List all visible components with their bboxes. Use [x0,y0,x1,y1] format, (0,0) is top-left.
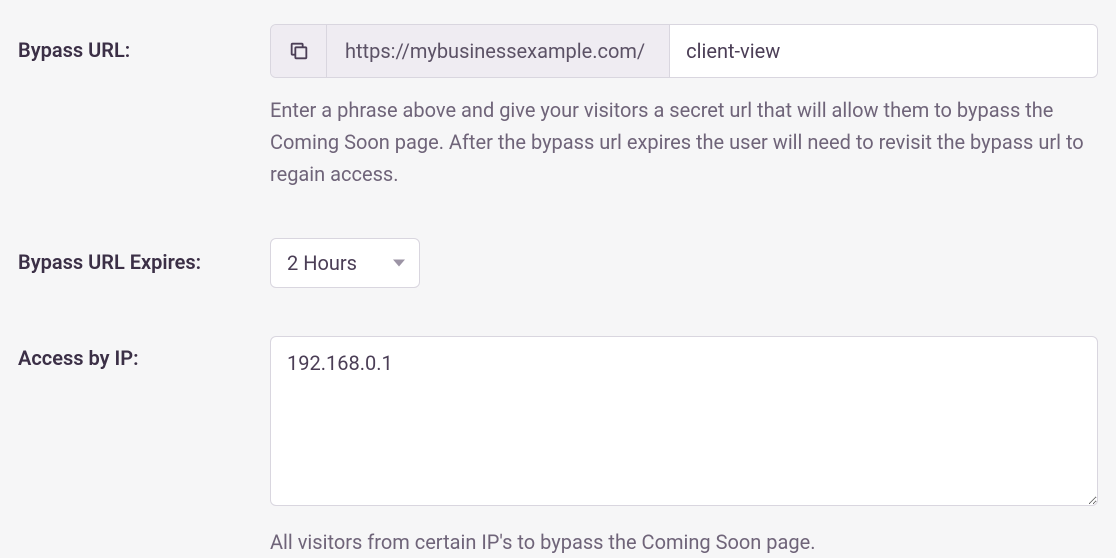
bypass-url-control: https://mybusinessexample.com/ Enter a p… [270,24,1098,190]
access-ip-row: Access by IP: All visitors from certain … [18,336,1098,558]
expires-control: 2 Hours [270,238,1098,288]
access-ip-help: All visitors from certain IP's to bypass… [270,526,1090,558]
expires-row: Bypass URL Expires: 2 Hours [18,238,1098,288]
access-ip-label: Access by IP: [18,336,270,370]
access-ip-textarea[interactable] [270,336,1098,506]
copy-icon [288,40,310,62]
bypass-url-row: Bypass URL: https://mybusinessexample.co… [18,24,1098,190]
expires-label: Bypass URL Expires: [18,238,270,274]
copy-icon-button[interactable] [271,25,327,77]
bypass-url-input[interactable] [670,25,1097,77]
bypass-url-help: Enter a phrase above and give your visit… [270,94,1090,190]
bypass-url-prefix: https://mybusinessexample.com/ [327,25,670,77]
expires-select-value: 2 Hours [287,251,357,275]
access-ip-control: All visitors from certain IP's to bypass… [270,336,1098,558]
expires-select[interactable]: 2 Hours [270,238,420,288]
bypass-url-label: Bypass URL: [18,24,270,62]
chevron-down-icon [393,260,405,267]
settings-form: Bypass URL: https://mybusinessexample.co… [0,0,1116,558]
bypass-url-input-group: https://mybusinessexample.com/ [270,24,1098,78]
